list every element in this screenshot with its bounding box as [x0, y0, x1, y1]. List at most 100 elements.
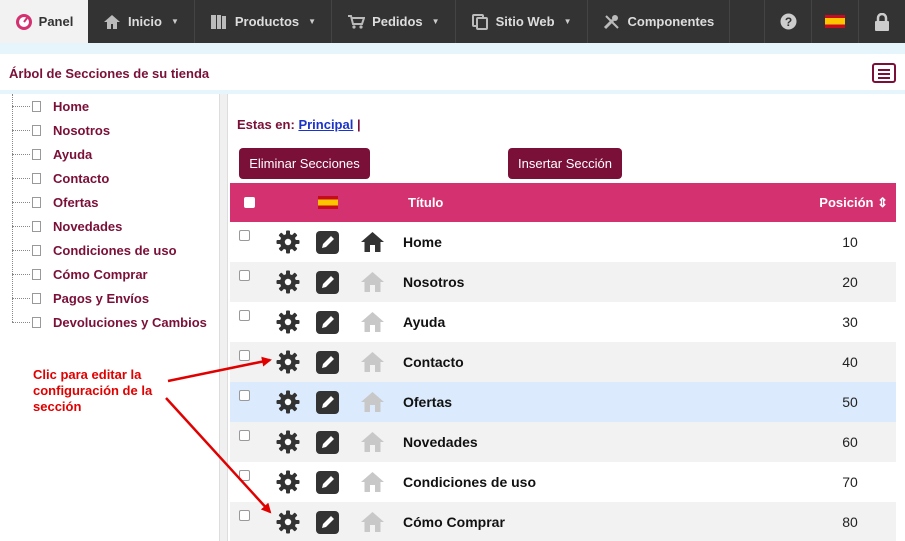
copy-icon [471, 13, 488, 30]
home-icon[interactable] [360, 511, 385, 533]
select-all-checkbox[interactable] [244, 197, 255, 208]
catalog-icon [210, 14, 226, 29]
tree-item[interactable]: Nosotros [12, 118, 110, 142]
list-view-button[interactable] [872, 63, 896, 83]
row-checkbox[interactable] [239, 270, 250, 281]
edit-icon[interactable] [316, 511, 339, 534]
gear-icon[interactable] [276, 350, 300, 374]
column-title[interactable]: Título [408, 195, 443, 210]
tree-connector [12, 297, 30, 299]
row-checkbox[interactable] [239, 390, 250, 401]
home-icon[interactable] [360, 431, 385, 453]
row-checkbox[interactable] [239, 430, 250, 441]
tree-item[interactable]: Cómo Comprar [12, 262, 148, 286]
row-position: 40 [842, 354, 858, 370]
tree-connector [12, 129, 30, 131]
nav-componentes[interactable]: Componentes [588, 0, 731, 43]
nav-productos-label: Productos [234, 14, 300, 29]
edit-icon[interactable] [316, 391, 339, 414]
breadcrumb-separator: | [356, 117, 361, 132]
gear-icon[interactable] [276, 430, 300, 454]
tree-item[interactable]: Novedades [12, 214, 122, 238]
row-checkbox[interactable] [239, 230, 250, 241]
row-title: Nosotros [403, 274, 465, 290]
nav-componentes-label: Componentes [627, 14, 715, 29]
row-title: Contacto [403, 354, 464, 370]
column-position[interactable]: Posición ⇕ [819, 195, 888, 211]
breadcrumb: Estas en: Principal | [237, 117, 361, 132]
nav-sitio-web[interactable]: Sitio Web ▼ [456, 0, 588, 43]
row-position: 10 [842, 234, 858, 250]
cart-icon [348, 14, 366, 29]
document-icon [32, 316, 41, 328]
tree-connector [12, 177, 30, 179]
tree-item-label: Cómo Comprar [53, 266, 148, 282]
tree-item[interactable]: Ofertas [12, 190, 99, 214]
home-icon[interactable] [360, 471, 385, 493]
insert-section-button[interactable]: Insertar Sección [508, 148, 622, 179]
nav-inicio[interactable]: Inicio ▼ [88, 0, 195, 43]
gear-icon[interactable] [276, 230, 300, 254]
gear-icon[interactable] [276, 310, 300, 334]
nav-productos[interactable]: Productos ▼ [195, 0, 333, 43]
edit-icon[interactable] [316, 311, 339, 334]
home-icon[interactable] [360, 271, 385, 293]
home-icon[interactable] [360, 351, 385, 373]
row-checkbox[interactable] [239, 350, 250, 361]
annotation-text: Clic para editar la configuración de la … [33, 367, 153, 414]
home-icon[interactable] [360, 311, 385, 333]
nav-pedidos[interactable]: Pedidos ▼ [332, 0, 456, 43]
tree-item-label: Contacto [53, 170, 110, 186]
row-position: 30 [842, 314, 858, 330]
table-row: Ofertas 50 [230, 382, 896, 422]
tree-item[interactable]: Contacto [12, 166, 109, 190]
edit-icon[interactable] [316, 431, 339, 454]
breadcrumb-link-principal[interactable]: Principal [298, 117, 353, 132]
gear-icon[interactable] [276, 510, 300, 534]
tree-item-label: Novedades [53, 218, 123, 234]
chevron-down-icon: ▼ [308, 17, 317, 26]
gear-icon[interactable] [276, 470, 300, 494]
home-icon[interactable] [360, 231, 385, 253]
table-row: Nosotros 20 [230, 262, 896, 302]
nav-sitio-web-label: Sitio Web [495, 14, 555, 29]
svg-text:?: ? [784, 15, 791, 29]
tree-item[interactable]: Pagos y Envíos [12, 286, 149, 310]
tree-item[interactable]: Home [12, 94, 89, 118]
row-position: 50 [842, 394, 858, 410]
help-button[interactable]: ? [764, 0, 811, 43]
chevron-down-icon: ▼ [170, 17, 179, 26]
edit-icon[interactable] [316, 471, 339, 494]
edit-icon[interactable] [316, 351, 339, 374]
row-checkbox[interactable] [239, 510, 250, 521]
row-checkbox[interactable] [239, 310, 250, 321]
tree-item-label: Home [53, 98, 90, 114]
row-title: Ofertas [403, 394, 453, 410]
tree-connector [12, 153, 30, 155]
document-icon [32, 124, 41, 136]
chevron-down-icon: ▼ [431, 17, 440, 26]
home-icon[interactable] [360, 391, 385, 413]
nav-pedidos-label: Pedidos [372, 14, 423, 29]
home-icon [104, 14, 120, 29]
tree-scrollbar[interactable] [219, 94, 228, 541]
language-button[interactable] [811, 0, 858, 43]
tree-item[interactable]: Condiciones de uso [12, 238, 177, 262]
row-checkbox[interactable] [239, 470, 250, 481]
dashboard-icon [15, 13, 32, 30]
nav-panel[interactable]: Panel [0, 0, 88, 43]
lock-button[interactable] [858, 0, 905, 43]
header-stripe [0, 43, 905, 54]
edit-icon[interactable] [316, 271, 339, 294]
table-row: Ayuda 30 [230, 302, 896, 342]
document-icon [32, 172, 41, 184]
tree-connector [12, 225, 30, 227]
edit-icon[interactable] [316, 231, 339, 254]
delete-sections-button[interactable]: Eliminar Secciones [239, 148, 370, 179]
tree-connector [12, 249, 30, 251]
tree-item[interactable]: Ayuda [12, 142, 92, 166]
gear-icon[interactable] [276, 270, 300, 294]
tree-item[interactable]: Devoluciones y Cambios [12, 310, 207, 334]
lock-icon [875, 12, 889, 31]
gear-icon[interactable] [276, 390, 300, 414]
